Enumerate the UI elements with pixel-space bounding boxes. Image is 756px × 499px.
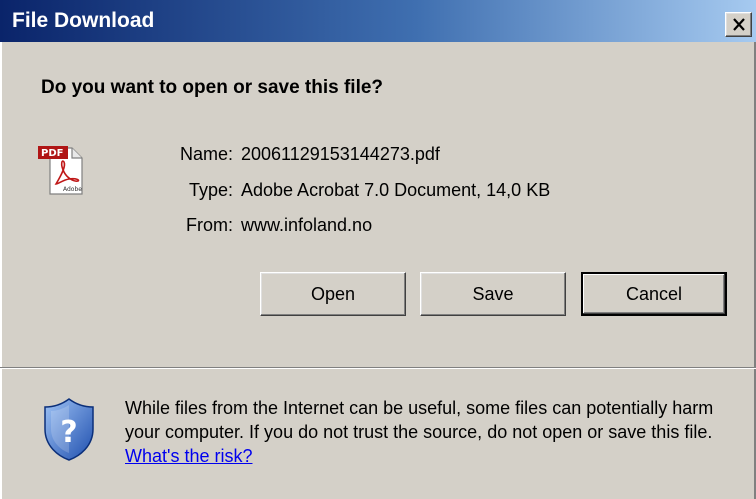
svg-text:Adobe: Adobe — [63, 186, 82, 193]
dialog-question: Do you want to open or save this file? — [41, 77, 384, 98]
file-source-value: www.infoland.no — [241, 215, 373, 235]
window-title: File Download — [12, 9, 155, 32]
pdf-file-icon: PDF Adobe — [38, 146, 83, 195]
separator — [0, 367, 756, 369]
from-label: From: — [186, 215, 233, 235]
save-button[interactable]: Save — [420, 272, 566, 316]
window-left-border — [0, 42, 2, 499]
security-warning: While files from the Internet can be use… — [125, 396, 745, 468]
warning-text: While files from the Internet can be use… — [125, 398, 714, 442]
security-shield-icon: ? — [44, 398, 94, 461]
cancel-button[interactable]: Cancel — [581, 272, 727, 316]
title-bar[interactable]: File Download — [0, 0, 756, 42]
type-label: Type: — [188, 180, 233, 200]
close-icon — [733, 18, 745, 31]
svg-text:?: ? — [60, 415, 77, 450]
svg-text:PDF: PDF — [41, 148, 63, 159]
file-type-value: Adobe Acrobat 7.0 Document, 14,0 KB — [241, 180, 551, 200]
file-name-value: 20061129153144273.pdf — [241, 144, 440, 164]
close-button[interactable] — [725, 12, 752, 37]
open-button[interactable]: Open — [260, 272, 406, 316]
whats-the-risk-link[interactable]: What's the risk? — [125, 446, 252, 466]
name-label: Name: — [179, 144, 233, 164]
